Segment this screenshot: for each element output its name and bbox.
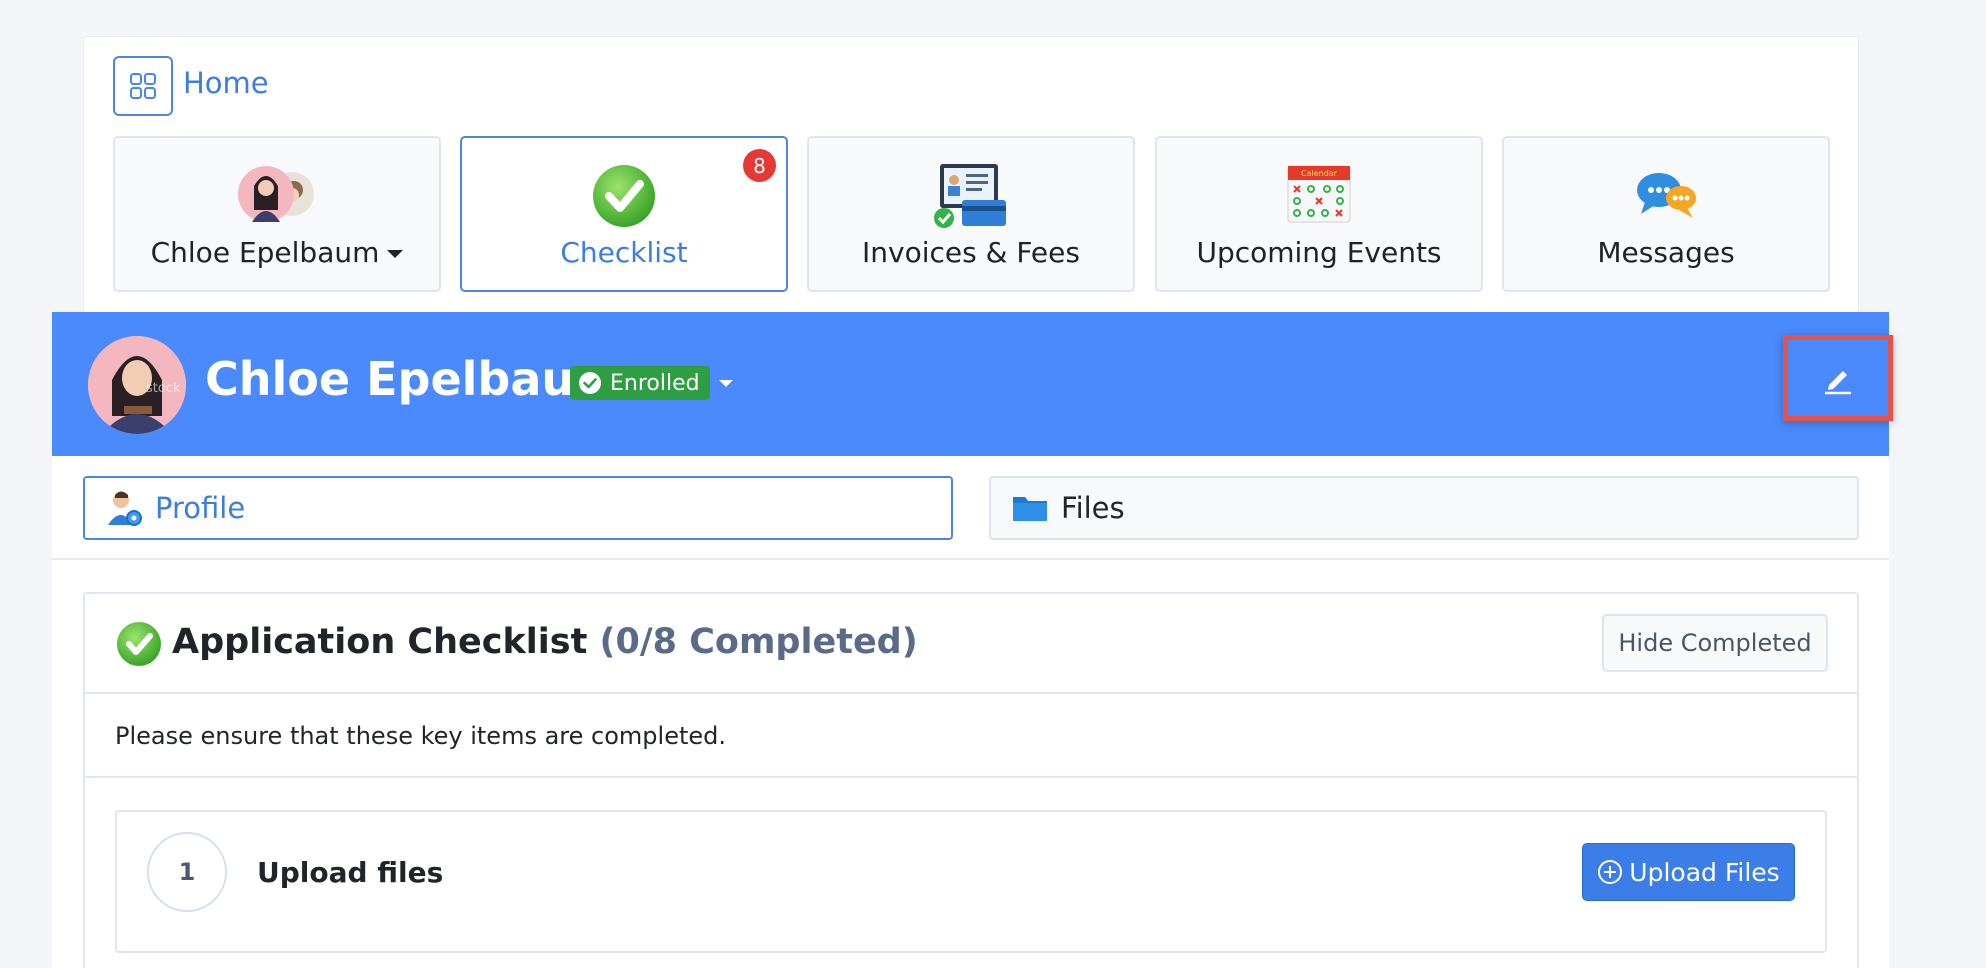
check-circle-icon — [117, 622, 161, 666]
notification-badge: 8 — [743, 149, 776, 182]
home-grid-button[interactable] — [113, 56, 173, 116]
pencil-icon — [1825, 371, 1851, 395]
tab-label: Profile — [155, 491, 246, 525]
avatar: stock — [88, 336, 186, 434]
edit-button[interactable] — [1783, 335, 1893, 421]
dropdown-caret-icon — [387, 250, 404, 258]
hide-completed-button[interactable]: Hide Completed — [1602, 614, 1828, 672]
checklist-count: (0/8 Completed) — [599, 622, 918, 662]
check-circle-icon — [593, 165, 655, 227]
profile-gear-icon — [108, 491, 142, 526]
tile-upcoming-events[interactable]: Calendar Upcoming Events — [1155, 136, 1483, 292]
tile-messages[interactable]: Messages — [1502, 136, 1830, 292]
step-number: 1 — [147, 832, 227, 912]
invoice-card-icon — [934, 164, 1006, 228]
upload-files-button[interactable]: Upload Files — [1582, 843, 1795, 901]
folder-icon — [1013, 497, 1047, 521]
chat-bubbles-icon — [1637, 173, 1696, 218]
divider — [85, 776, 1857, 778]
divider — [52, 558, 1889, 560]
tab-files[interactable]: Files — [989, 476, 1859, 540]
tile-student-switcher[interactable]: Chloe Epelbaum — [113, 136, 441, 292]
tile-label: Checklist — [560, 236, 688, 269]
checklist-title: Application Checklist (0/8 Completed) — [172, 622, 918, 662]
student-name: Chloe Epelbaum — [205, 352, 623, 406]
grid-icon — [130, 73, 156, 99]
status-dropdown-caret-icon[interactable] — [719, 380, 733, 387]
check-circle-icon — [579, 372, 601, 394]
tile-checklist[interactable]: 8 Checklist — [460, 136, 788, 292]
tile-invoices[interactable]: Invoices & Fees — [807, 136, 1135, 292]
plus-circle-icon — [1598, 860, 1623, 884]
student-avatars-icon — [238, 166, 314, 222]
tile-label: Messages — [1597, 236, 1735, 269]
status-label: Enrolled — [610, 370, 700, 396]
tile-label: Chloe Epelbaum — [115, 236, 439, 269]
student-photo-icon: stock — [88, 336, 186, 434]
home-link[interactable]: Home — [183, 66, 269, 100]
status-badge[interactable]: Enrolled — [570, 366, 710, 400]
tile-label: Invoices & Fees — [862, 236, 1080, 269]
button-label: Upload Files — [1629, 857, 1780, 887]
tile-label: Upcoming Events — [1196, 236, 1442, 269]
checklist-intro: Please ensure that these key items are c… — [115, 722, 726, 750]
svg-text:Calendar: Calendar — [1301, 169, 1338, 178]
calendar-icon: Calendar — [1287, 165, 1351, 223]
svg-text:stock: stock — [146, 381, 181, 396]
tab-label: Files — [1061, 491, 1125, 525]
tab-profile[interactable]: Profile — [83, 476, 953, 540]
step-label: Upload files — [257, 856, 444, 889]
